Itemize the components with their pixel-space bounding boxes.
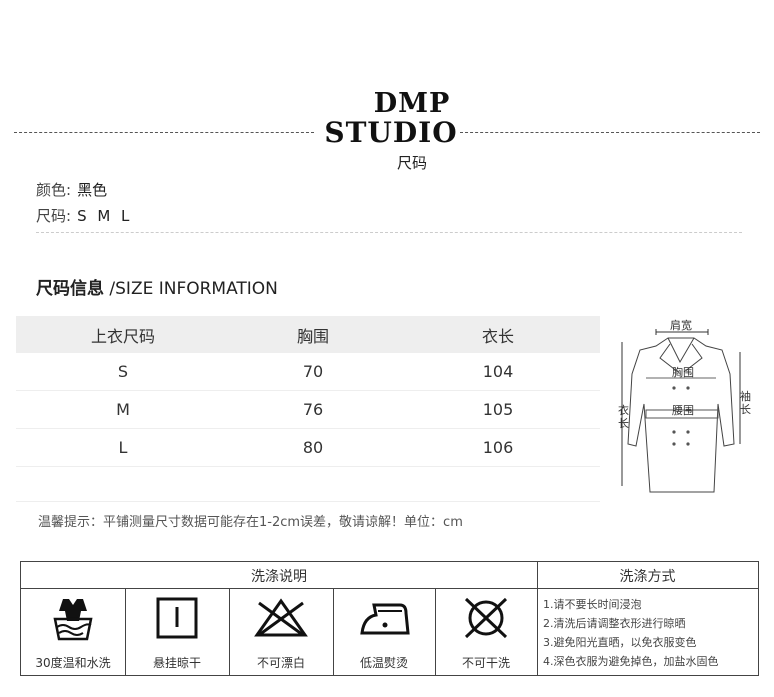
cell-chest: 80	[302, 438, 324, 457]
label-waist: 腰围	[672, 404, 694, 417]
color-row: 颜色: 黑色	[36, 179, 107, 200]
section-title-cn: 尺码信息	[36, 279, 104, 299]
care-methods-list: 1.请不要长时间浸泡 2.清洗后请调整衣形进行晾晒 3.避免阳光直晒，以免衣服变…	[543, 595, 719, 671]
care-header-methods: 洗涤方式	[619, 569, 676, 585]
label-shoulder: 肩宽	[670, 319, 692, 332]
table-row: S 70 104	[16, 353, 600, 391]
size-table: 上衣尺码 胸围 衣长 S 70 104 M 76 105 L 80 106	[16, 316, 600, 502]
measurement-tip: 温馨提示：平铺测量尺寸数据可能存在1-2cm误差，敬请谅解！单位：cm	[38, 515, 463, 530]
cell-length: 105	[482, 400, 514, 419]
color-value: 黑色	[77, 181, 108, 199]
label-chest: 胸围	[672, 366, 694, 379]
header-divider-right	[460, 132, 760, 133]
cell-length: 104	[482, 362, 514, 381]
table-row: L 80 106	[16, 429, 600, 467]
care-item: 不可漂白	[229, 589, 333, 675]
coat-diagram: 肩宽 胸围 腰围 衣长 袖长	[600, 314, 760, 498]
care-item: 低温熨烫	[333, 589, 435, 675]
size-label: 尺码:	[36, 207, 72, 225]
care-header-instructions: 洗涤说明	[251, 569, 307, 585]
low-iron-icon	[360, 603, 410, 635]
label-sleeve: 袖长	[740, 390, 751, 416]
care-item: 悬挂晾干	[125, 589, 229, 675]
care-item: 不可干洗	[435, 589, 537, 675]
size-table-header: 上衣尺码 胸围 衣长	[16, 316, 600, 353]
hang-dry-icon	[156, 597, 198, 639]
list-item: 2.清洗后请调整衣形进行晾晒	[543, 617, 686, 630]
care-label: 低温熨烫	[359, 656, 408, 670]
header-chest: 胸围	[296, 326, 329, 346]
cell-size: M	[116, 400, 130, 419]
care-item: 30度温和水洗	[21, 589, 125, 675]
color-label: 颜色:	[36, 181, 72, 199]
page-subtitle: 尺码	[396, 154, 427, 172]
hand-wash-icon	[53, 599, 93, 641]
header-length: 衣长	[481, 326, 514, 346]
header-divider-left	[14, 132, 314, 133]
size-row: 尺码: S M L	[36, 205, 132, 226]
no-bleach-icon	[254, 598, 308, 637]
care-label: 30度温和水洗	[35, 656, 111, 670]
cell-chest: 70	[302, 362, 324, 381]
care-label: 不可漂白	[256, 656, 305, 670]
size-value: S M L	[77, 207, 133, 225]
care-table: 洗涤说明 洗涤方式 30度温和水洗 悬挂晾干 不可漂白 低温熨烫 不可干洗 1.…	[20, 561, 759, 676]
cell-length: 106	[482, 438, 514, 457]
list-item: 4.深色衣服为避免掉色，加盐水固色	[543, 655, 719, 668]
table-row-empty	[16, 467, 600, 502]
care-label: 不可干洗	[461, 656, 510, 670]
cell-size: S	[117, 362, 129, 381]
brand-logo-line2: STUDIO	[324, 116, 458, 149]
cell-size: L	[118, 438, 128, 457]
info-divider	[36, 232, 742, 233]
section-title: 尺码信息 /SIZE INFORMATION	[36, 274, 278, 299]
header-size: 上衣尺码	[90, 326, 155, 346]
list-item: 3.避免阳光直晒，以免衣服变色	[543, 636, 697, 649]
section-title-en: /SIZE INFORMATION	[109, 279, 278, 299]
care-label: 悬挂晾干	[152, 656, 201, 670]
table-row: M 76 105	[16, 391, 600, 429]
cell-chest: 76	[302, 400, 324, 419]
no-dry-clean-icon	[464, 597, 508, 639]
brand-logo-line1: DMP	[373, 88, 451, 119]
list-item: 1.请不要长时间浸泡	[543, 598, 642, 611]
label-length: 衣长	[618, 404, 629, 430]
